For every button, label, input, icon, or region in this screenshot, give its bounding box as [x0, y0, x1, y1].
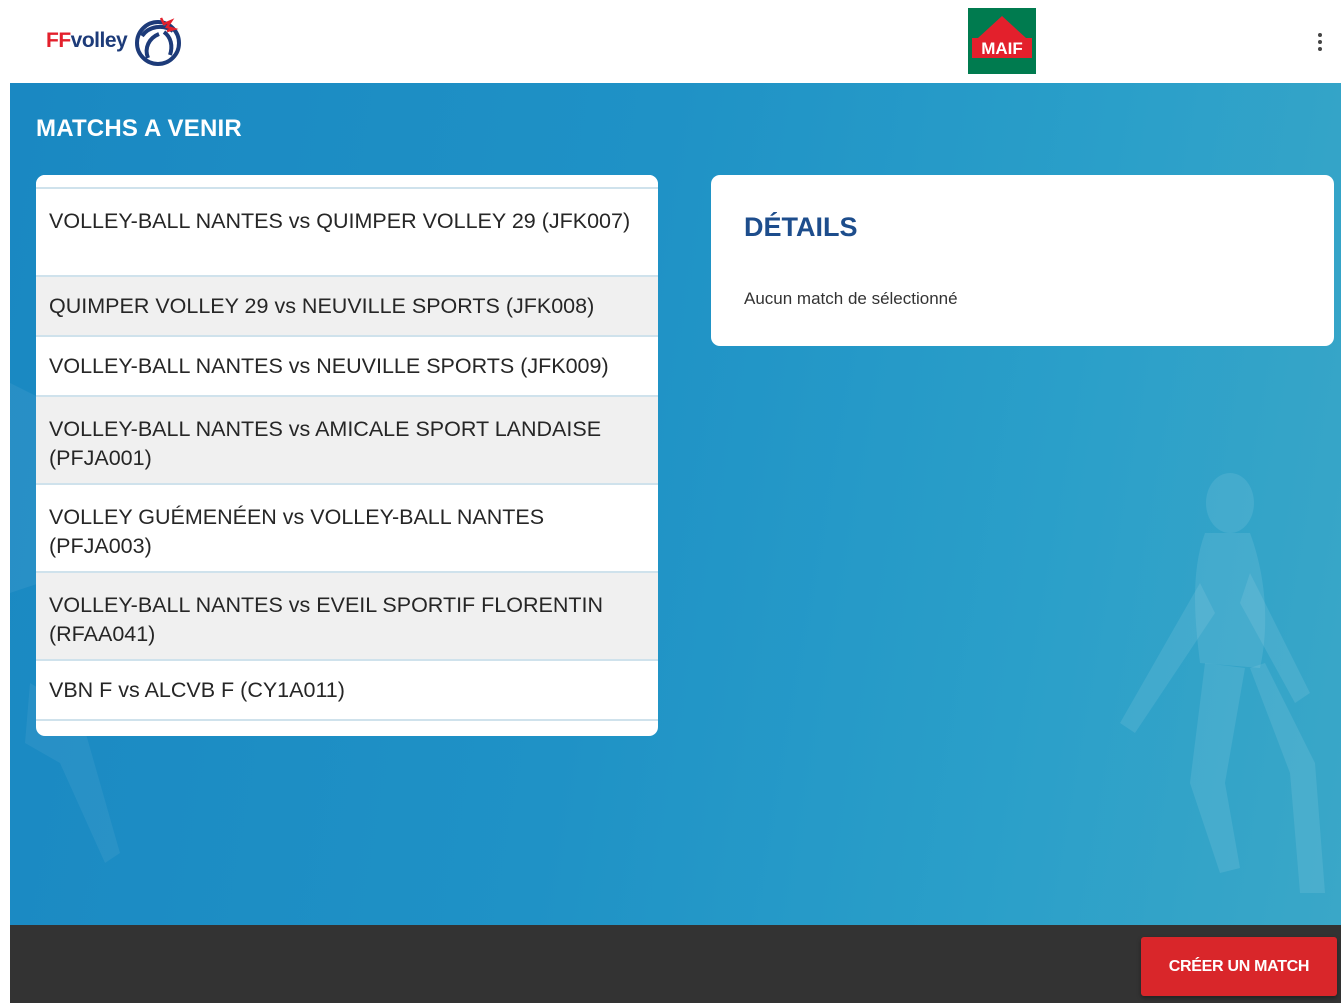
match-item-jfk008[interactable]: QUIMPER VOLLEY 29 vs NEUVILLE SPORTS (JF… [36, 277, 658, 337]
app-header: FFvolley MAIF [0, 0, 1341, 83]
volleyball-logo-icon [135, 17, 182, 66]
match-item-cy1a011[interactable]: VBN F vs ALCVB F (CY1A011) [36, 661, 658, 721]
page-title: MATCHS A VENIR [36, 115, 242, 142]
maif-logo: MAIF [968, 8, 1036, 74]
match-item-jfk009[interactable]: VOLLEY-BALL NANTES vs NEUVILLE SPORTS (J… [36, 337, 658, 397]
brand-wordmark: FFvolley [46, 29, 128, 53]
no-selection-message: Aucun match de sélectionné [744, 289, 958, 308]
details-panel: DÉTAILS Aucun match de sélectionné [711, 175, 1334, 346]
match-item-pfja001[interactable]: VOLLEY-BALL NANTES vs AMICALE SPORT LAND… [36, 397, 658, 485]
menu-dot [1318, 33, 1322, 37]
volleyball-player-silhouette-right [1120, 473, 1325, 893]
brand-prefix: FF [46, 29, 71, 52]
match-item-rfaa041[interactable]: VOLLEY-BALL NANTES vs EVEIL SPORTIF FLOR… [36, 573, 658, 661]
ffvolley-logo: FFvolley [46, 14, 185, 68]
match-item-jfk007[interactable]: VOLLEY-BALL NANTES vs QUIMPER VOLLEY 29 … [36, 189, 658, 277]
menu-dot [1318, 47, 1322, 51]
brand-name: volley [70, 29, 128, 52]
left-margin [0, 83, 10, 1003]
list-top-spacer [36, 175, 658, 189]
details-title: DÉTAILS [744, 212, 858, 242]
more-vertical-icon[interactable] [1308, 28, 1332, 56]
match-item-pfja003[interactable]: VOLLEY GUÉMENÉEN vs VOLLEY-BALL NANTES (… [36, 485, 658, 573]
menu-dot [1318, 40, 1322, 44]
sponsor-logo-text: MAIF [981, 39, 1023, 58]
upcoming-matches-list: VOLLEY-BALL NANTES vs QUIMPER VOLLEY 29 … [36, 175, 658, 736]
create-match-button[interactable]: CRÉER UN MATCH [1141, 937, 1337, 996]
